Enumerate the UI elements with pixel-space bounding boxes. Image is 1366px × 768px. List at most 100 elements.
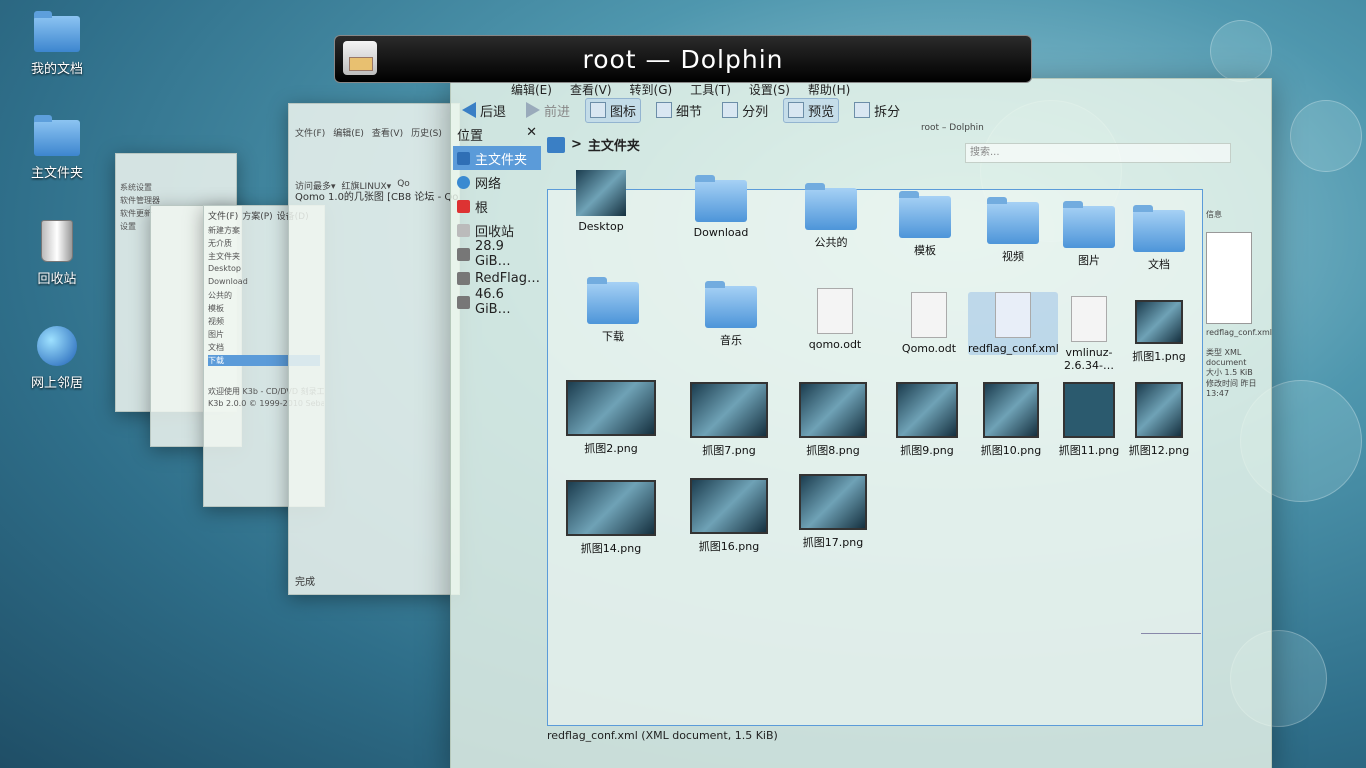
browser-menu-file[interactable]: 文件(F): [295, 126, 325, 139]
image-thumbnail: [896, 382, 958, 438]
file-item[interactable]: 抓图16.png: [684, 478, 774, 554]
desktop-icon-label: 回收站: [37, 272, 77, 287]
browser-tab[interactable]: Qomo 1.0的几张图 [CB8 论坛 - Qo: [295, 188, 458, 203]
file-item[interactable]: 抓图2.png: [566, 380, 656, 456]
browser-window[interactable]: 文件(F) 编辑(E) 查看(V) 历史(S) 访问最多▾ 红旗LINUX▾ Q…: [288, 103, 460, 595]
file-item[interactable]: 公共的: [786, 183, 876, 250]
image-thumbnail: [566, 480, 656, 536]
file-item[interactable]: 抓图17.png: [788, 474, 878, 550]
breadcrumb[interactable]: > 主文件夹: [547, 135, 640, 154]
info-modified-label: 修改时间: [1206, 379, 1238, 388]
file-item[interactable]: 音乐: [686, 281, 776, 348]
window-switcher-title: root — Dolphin: [334, 35, 1032, 83]
details-view-button[interactable]: 细节: [651, 98, 707, 123]
folder-icon: [705, 281, 757, 328]
desktop-icon-label: 网上邻居: [30, 376, 83, 391]
place-drive-1[interactable]: 28.9 GiB…: [453, 239, 541, 269]
document-icon: [817, 288, 853, 334]
folder-icon: [805, 183, 857, 230]
home-icon: [547, 136, 565, 153]
place-label: 根: [475, 200, 489, 216]
place-drive-2[interactable]: 46.6 GiB…: [453, 287, 541, 317]
status-bar: redflag_conf.xml (XML document, 1.5 KiB): [547, 729, 778, 742]
file-name: 公共的: [814, 236, 848, 249]
icons-view-button[interactable]: 图标: [585, 97, 642, 123]
place-root[interactable]: 根: [453, 194, 541, 218]
dolphin-window[interactable]: 编辑(E) 查看(V) 转到(G) 工具(T) 设置(S) 帮助(H) 后退 前…: [450, 78, 1272, 768]
network-icon: [457, 175, 470, 189]
info-panel: 信息 redflag_conf.xml 类型 XML document 大小 1…: [1206, 209, 1272, 509]
bokeh-decoration: [1290, 100, 1362, 172]
place-network[interactable]: 网络: [453, 170, 541, 194]
back-button[interactable]: 后退: [457, 98, 511, 123]
k3b-menu-file[interactable]: 文件(F): [208, 209, 238, 222]
file-name: 抓图12.png: [1128, 444, 1190, 457]
file-item[interactable]: 抓图7.png: [684, 382, 774, 458]
file-item[interactable]: 文档: [1114, 205, 1204, 272]
browser-menu-edit[interactable]: 编辑(E): [333, 126, 364, 139]
menu-settings[interactable]: 设置(S): [749, 81, 790, 98]
breadcrumb-current[interactable]: 主文件夹: [588, 135, 640, 154]
binary-file-icon: [1071, 296, 1107, 342]
place-label: 28.9 GiB…: [475, 239, 511, 269]
preview-label: 预览: [808, 104, 835, 120]
menu-go[interactable]: 转到(G): [630, 81, 673, 98]
menu-help[interactable]: 帮助(H): [808, 81, 850, 98]
image-thumbnail: [566, 380, 656, 436]
file-item[interactable]: 抓图1.png: [1114, 300, 1204, 364]
file-item[interactable]: 抓图9.png: [882, 382, 972, 458]
desktop-icon-network[interactable]: 网上邻居: [12, 326, 102, 391]
back-label: 后退: [480, 104, 507, 120]
file-name: Desktop: [578, 220, 624, 233]
columns-view-label: 分列: [742, 104, 769, 120]
search-input[interactable]: 搜索...: [965, 143, 1231, 163]
desktop-icon-trash[interactable]: 回收站: [12, 220, 102, 287]
file-item[interactable]: 抓图10.png: [966, 382, 1056, 458]
menu-tools[interactable]: 工具(T): [690, 81, 731, 98]
menu-view[interactable]: 查看(V): [570, 81, 612, 98]
file-item[interactable]: Desktop: [556, 170, 646, 233]
file-name: 抓图9.png: [900, 444, 954, 457]
file-view[interactable]: Desktop Download 公共的 模板 视频 图片 文档 下载 音乐 q…: [547, 170, 1204, 726]
info-size-value: 1.5 KiB: [1224, 368, 1253, 377]
k3b-menu-project[interactable]: 方案(P): [242, 209, 272, 222]
file-name: 下载: [602, 330, 624, 343]
file-item[interactable]: qomo.odt: [790, 288, 880, 351]
desktop-icon-home[interactable]: 主文件夹: [12, 115, 102, 181]
document-icon: [911, 292, 947, 338]
browser-menu-history[interactable]: 历史(S): [411, 126, 442, 139]
folder-icon: [695, 175, 747, 222]
file-name: 抓图2.png: [584, 442, 638, 455]
columns-view-button[interactable]: 分列: [717, 98, 773, 123]
settings-item[interactable]: 系统设置: [120, 182, 232, 193]
close-icon[interactable]: ✕: [526, 125, 537, 144]
file-item[interactable]: Download: [676, 175, 766, 239]
file-item[interactable]: 抓图12.png: [1114, 382, 1204, 458]
place-home[interactable]: 主文件夹: [453, 146, 541, 170]
file-name: 抓图11.png: [1058, 444, 1120, 457]
drive-icon: [457, 247, 470, 261]
file-name: 图片: [1078, 254, 1100, 267]
place-label: 主文件夹: [475, 152, 528, 168]
split-button[interactable]: 拆分: [849, 98, 905, 123]
forward-label: 前进: [544, 104, 571, 120]
file-item[interactable]: 下载: [568, 277, 658, 344]
menu-edit[interactable]: 编辑(E): [511, 81, 552, 98]
xml-file-icon: [995, 292, 1031, 338]
dolphin-app-icon: [343, 41, 377, 75]
file-item[interactable]: Qomo.odt: [884, 292, 974, 355]
zoom-slider[interactable]: [1141, 627, 1201, 634]
file-name: Qomo.odt: [901, 342, 957, 355]
file-item[interactable]: 抓图8.png: [788, 382, 878, 458]
browser-menu-view[interactable]: 查看(V): [372, 126, 403, 139]
file-item[interactable]: 抓图14.png: [566, 480, 656, 556]
preview-button[interactable]: 预览: [783, 97, 840, 123]
image-thumbnail: [690, 382, 768, 438]
image-thumbnail: [690, 478, 768, 534]
desktop-icon-documents[interactable]: 我的文档: [12, 11, 102, 77]
file-item[interactable]: 模板: [880, 191, 970, 258]
file-name: qomo.odt: [808, 338, 862, 351]
file-name: 抓图8.png: [806, 444, 860, 457]
image-thumbnail: [1135, 382, 1183, 438]
forward-button[interactable]: 前进: [521, 98, 575, 123]
